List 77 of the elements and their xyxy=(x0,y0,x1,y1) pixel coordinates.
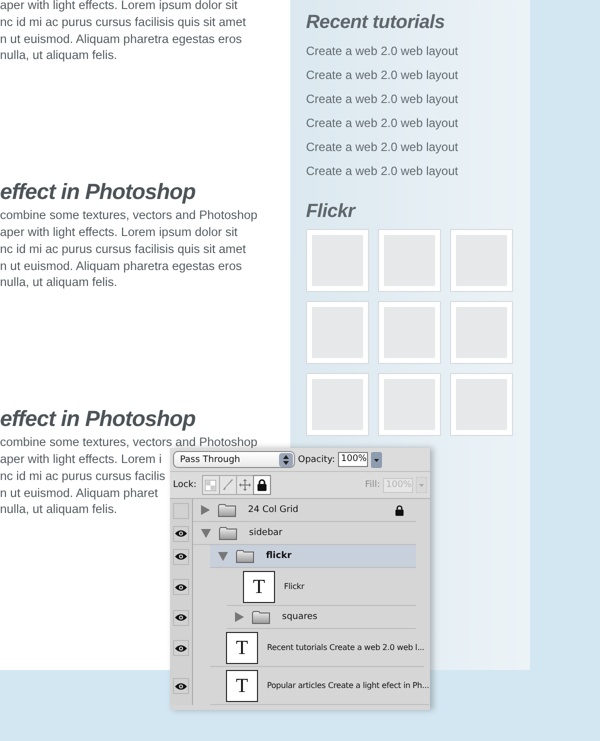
lock-toggle[interactable] xyxy=(252,475,271,495)
fill-label: Fill: xyxy=(364,480,380,490)
visibility-toggle[interactable] xyxy=(173,610,189,626)
article-text-line: combine some textures, vectors and Photoshop xyxy=(0,434,258,451)
eye-icon xyxy=(175,552,187,561)
brush-icon xyxy=(222,479,234,491)
lock-toggle[interactable] xyxy=(202,475,220,495)
article-heading: effect in Photoshop xyxy=(0,178,196,206)
article-text-line: aper with light effects. Lorem ipsum dolor sit xyxy=(0,0,238,14)
tutorial-link[interactable]: Create a web 2.0 web layout xyxy=(306,63,458,87)
article-text-line: nc id mi ac purus cursus facilis xyxy=(0,468,166,485)
layer-name: sidebar xyxy=(249,528,282,538)
visibility-toggle[interactable] xyxy=(173,548,189,564)
opacity-label: Opacity: xyxy=(298,454,335,464)
visibility-toggle[interactable] xyxy=(173,579,189,595)
folder-icon xyxy=(219,526,237,540)
text-layer-thumbnail: T xyxy=(226,632,258,664)
folder-icon xyxy=(236,550,254,562)
collapsed-triangle-icon[interactable] xyxy=(201,505,210,515)
layer-name: 24 Col Grid xyxy=(248,505,298,515)
tutorial-link[interactable]: Create a web 2.0 web layout xyxy=(306,135,458,159)
article-text-line: aper with light effects. Lorem i xyxy=(0,450,162,468)
tutorial-link[interactable]: Create a web 2.0 web layout xyxy=(306,87,458,111)
text-layer-thumbnail: T xyxy=(226,670,258,702)
opacity-field[interactable]: 100% xyxy=(338,452,368,467)
checkerboard-icon xyxy=(205,480,216,490)
visibility-toggle[interactable] xyxy=(173,640,189,656)
layer-name: Flickr xyxy=(284,582,304,591)
article-text-line: aper with light effects. Lorem ipsum dolor sit xyxy=(0,224,238,241)
article-text-line: nulla, ut aliquam felis. xyxy=(0,501,118,518)
layer-name: Popular articles Create a light efect in Ph... xyxy=(267,681,430,690)
layer-name: flickr xyxy=(266,551,292,561)
tutorial-link[interactable]: Create a web 2.0 web layout xyxy=(306,111,458,135)
collapsed-triangle-icon[interactable] xyxy=(235,612,244,622)
sidebar-heading: Recent tutorials xyxy=(306,11,445,35)
layer-row[interactable]: squares xyxy=(170,606,430,629)
layer-name: squares xyxy=(282,612,318,622)
eye-icon xyxy=(175,682,187,690)
layer-row[interactable]: sidebar xyxy=(170,522,430,545)
lock-toggle[interactable] xyxy=(218,475,237,495)
sidebar-heading: Flickr xyxy=(306,200,355,224)
article-text-line: combine some textures, vectors and Photoshop xyxy=(0,207,258,224)
folder-icon xyxy=(252,610,270,624)
lock-icon xyxy=(256,479,267,491)
article-text-line: nc id mi ac purus cursus facilisis quis sit amet xyxy=(0,14,246,31)
folder-icon xyxy=(218,504,236,516)
layer-row[interactable]: 24 Col Grid xyxy=(170,499,430,522)
article-heading: effect in Photoshop xyxy=(0,405,196,434)
visibility-toggle[interactable] xyxy=(173,502,189,518)
move-icon xyxy=(238,479,251,491)
stepper-icon xyxy=(279,452,293,466)
layer-row[interactable]: flickr xyxy=(170,545,430,568)
expanded-triangle-icon[interactable] xyxy=(218,552,228,560)
dropdown-icon[interactable] xyxy=(371,452,382,468)
tutorial-link[interactable]: Create a web 2.0 web layout xyxy=(306,39,458,63)
eye-icon xyxy=(175,613,187,622)
article-text-line: n ut euismod. Aliquam pharet xyxy=(0,484,158,502)
blend-mode-select[interactable]: Pass Through xyxy=(173,451,295,468)
article-text-line: n ut euismod. Aliquam pharetra egestas eros xyxy=(0,258,242,274)
layer-row[interactable]: T Recent tutorials Create a web 2.0 web l... xyxy=(170,629,430,667)
article-text-line: nulla, ut aliquam felis. xyxy=(0,47,118,64)
expanded-triangle-icon[interactable] xyxy=(201,528,211,538)
lock-label: Lock: xyxy=(173,480,197,490)
tutorial-link[interactable]: Create a web 2.0 web layout xyxy=(306,159,458,183)
eye-icon xyxy=(175,582,187,592)
layer-row[interactable]: T Popular articles Create a light efect in Ph... xyxy=(170,667,430,705)
eye-icon xyxy=(175,644,187,652)
layer-name: Recent tutorials Create a web 2.0 web l... xyxy=(267,643,424,652)
article-text-line: nulla, ut aliquam felis. xyxy=(0,274,118,292)
visibility-toggle[interactable] xyxy=(173,678,189,694)
text-layer-thumbnail: T xyxy=(243,570,275,602)
lock-toggle[interactable] xyxy=(236,475,254,495)
article-text-line: n ut euismod. Aliquam pharetra egestas eros xyxy=(0,30,242,48)
layer-row[interactable]: T Flickr xyxy=(170,568,430,606)
visibility-toggle[interactable] xyxy=(173,526,189,542)
eye-icon xyxy=(175,529,187,538)
article-text-line: nc id mi ac purus cursus facilisis quis sit amet xyxy=(0,240,246,258)
